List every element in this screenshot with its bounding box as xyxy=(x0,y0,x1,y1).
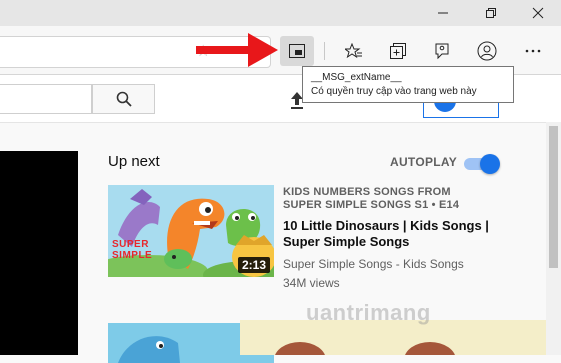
extension-tooltip: __MSG_extName__ Có quyền truy cập vào tr… xyxy=(302,66,514,103)
search-icon xyxy=(116,91,132,107)
watermark-logo: uantrimang xyxy=(306,300,431,326)
video-views: 34M views xyxy=(283,276,340,290)
close-icon xyxy=(532,7,544,19)
watermark-text: uantrimang xyxy=(306,300,431,325)
autoplay-label: AUTOPLAY xyxy=(390,155,458,169)
close-button[interactable] xyxy=(521,0,555,26)
toggle-knob xyxy=(480,154,500,174)
video-channel[interactable]: Super Simple Songs - Kids Songs xyxy=(283,257,464,271)
picture-in-picture-icon xyxy=(289,44,305,58)
video-player[interactable] xyxy=(0,151,78,355)
red-arrow-annotation xyxy=(196,33,278,67)
upnext-heading: Up next xyxy=(108,153,160,170)
profile-icon xyxy=(477,41,497,61)
restore-button[interactable] xyxy=(474,0,508,26)
tooltip-line-1: __MSG_extName__ xyxy=(311,72,402,83)
feedback-icon xyxy=(435,43,449,60)
picture-in-picture-button[interactable] xyxy=(280,36,314,66)
restore-icon xyxy=(486,8,496,18)
search-input[interactable] xyxy=(0,84,92,114)
more-icon xyxy=(525,49,541,53)
page-scrollbar[interactable] xyxy=(546,122,561,355)
thumbnail-logo: SUPER SIMPLE xyxy=(112,239,153,261)
minimize-icon xyxy=(438,12,448,14)
toolbar-separator xyxy=(324,42,325,60)
collections-button[interactable] xyxy=(381,36,415,66)
feedback-button[interactable] xyxy=(425,36,459,66)
favorites-button[interactable] xyxy=(337,36,371,66)
autoplay-toggle[interactable] xyxy=(464,154,500,174)
search-button[interactable] xyxy=(92,84,155,114)
collections-icon xyxy=(390,43,406,59)
video-title[interactable]: 10 Little Dinosaurs | Kids Songs | Super… xyxy=(283,218,498,250)
favorites-icon xyxy=(345,43,362,59)
more-button[interactable] xyxy=(516,36,550,66)
video-category[interactable]: KIDS NUMBERS SONGS FROM SUPER SIMPLE SON… xyxy=(283,186,483,212)
title-bar xyxy=(0,0,561,26)
minimize-button[interactable] xyxy=(426,0,460,26)
video-thumbnail[interactable]: SUPER SIMPLE 2:13 xyxy=(108,185,274,277)
video-duration: 2:13 xyxy=(237,257,270,273)
scrollbar-thumb[interactable] xyxy=(549,126,558,268)
tooltip-line-2: Có quyền truy cập vào trang web này xyxy=(311,86,477,97)
profile-button[interactable] xyxy=(470,36,504,66)
